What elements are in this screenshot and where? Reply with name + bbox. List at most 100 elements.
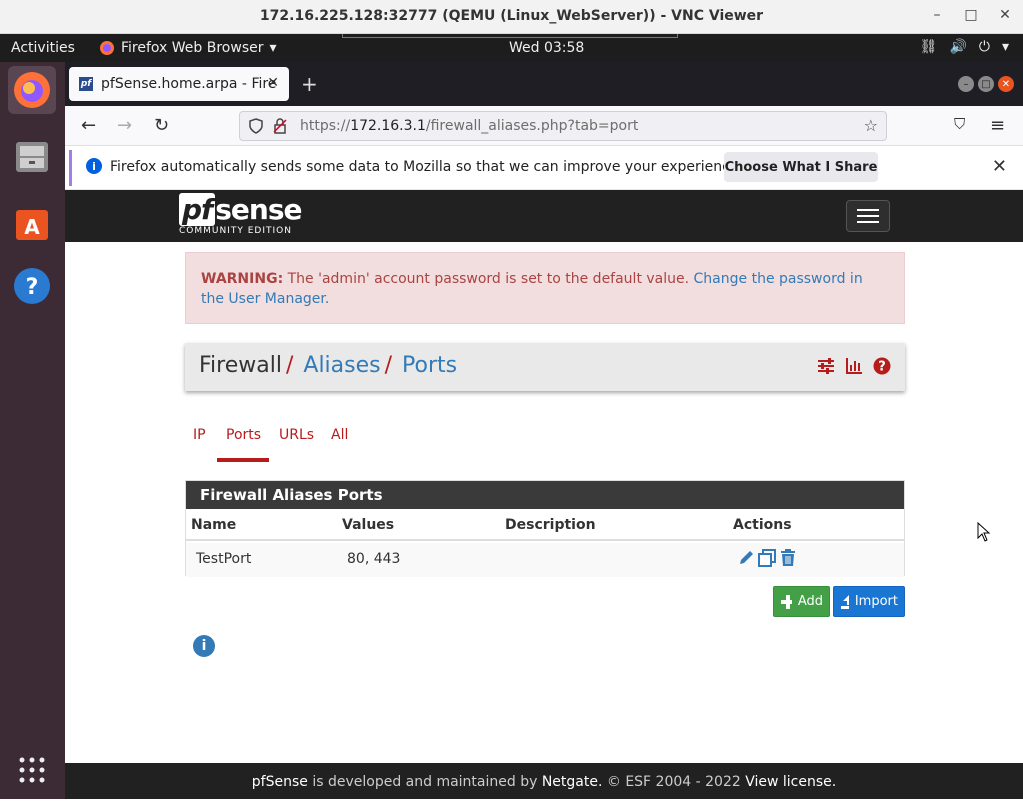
choose-what-i-share-button[interactable]: Choose What I Share [724,152,878,182]
warning-label: WARNING: [201,271,284,287]
tab-urls[interactable]: URLs [279,427,314,443]
tab-ip[interactable]: IP [193,427,206,443]
pfsense-logo[interactable]: pf sense COMMUNITY EDITION [179,193,302,236]
chevron-down-icon: ▾ [269,40,277,56]
system-tray[interactable]: ⛓ 🔊 ⏻ ▾ [920,39,1009,55]
telemetry-notification: i Firefox automatically sends some data … [65,146,1023,190]
dock-help[interactable]: ? [8,262,56,310]
breadcrumb: Firewall / Aliases / Ports ? [185,343,905,391]
logo-edition: COMMUNITY EDITION [179,226,292,236]
back-button[interactable]: ← [81,115,96,136]
tab-title: pfSense.home.arpa - Fire [101,76,277,92]
vnc-toolbar-notch[interactable] [342,34,678,38]
footer-copyright: © ESF 2004 - 2022 [602,774,746,790]
column-header-values[interactable]: Values [342,517,394,533]
column-header-actions: Actions [733,517,792,533]
nav-toolbar: ← → ↻ https:// 172.16.3.1 /firewall_alia… [65,106,1023,146]
table-row[interactable]: TestPort 80, 443 [186,543,904,577]
footer-text: is developed and maintained by [307,774,542,790]
file-cabinet-icon [16,142,48,172]
tab-all[interactable]: All [331,427,348,443]
vnc-title-bar: 172.16.225.128:32777 (QEMU (Linux_WebSer… [0,0,1023,34]
edit-pencil-icon[interactable] [737,549,755,567]
firefox-icon [14,72,50,108]
close-button[interactable]: ✕ [995,7,1015,23]
add-label: Add [797,594,823,609]
panel-title: Firewall Aliases Ports [186,481,904,509]
help-icon: ? [14,268,50,304]
app-menu[interactable]: Firefox Web Browser ▾ [99,40,277,56]
mouse-cursor-icon [977,522,991,542]
info-icon: i [86,158,102,174]
power-icon: ⏻ [978,39,990,55]
logo-sense: sense [215,193,302,226]
url-protocol: https:// [300,118,351,134]
dock-software[interactable]: A [8,198,56,246]
footer-netgate-link[interactable]: Netgate. [542,774,603,790]
copy-icon[interactable] [758,549,776,567]
browser-tab[interactable]: pf pfSense.home.arpa - Fire ✕ [69,67,289,101]
svg-text:?: ? [878,360,886,375]
alias-name: TestPort [196,551,252,567]
footer-pfsense-link[interactable]: pfSense [252,774,308,790]
bar-chart-icon[interactable] [845,357,863,375]
software-center-icon: A [16,210,48,240]
clock[interactable]: Wed 03:58 [509,40,584,56]
alias-values: 80, 443 [347,551,401,567]
hamburger-menu-button[interactable] [846,200,890,232]
footer-license-link[interactable]: View license. [745,774,836,790]
breadcrumb-aliases-link[interactable]: Aliases [303,353,380,378]
help-circle-icon[interactable]: ? [873,357,891,375]
show-apps-button[interactable] [8,746,56,794]
import-label: Import [854,594,898,609]
dock-files[interactable] [8,132,56,180]
default-password-warning: WARNING: The 'admin' account password is… [185,252,905,324]
window-minimize-button[interactable]: – [958,76,974,92]
aliases-panel: Firewall Aliases Ports Name Values Descr… [185,480,905,577]
close-tab-icon[interactable]: ✕ [267,75,279,91]
app-grid-icon [19,757,45,783]
breadcrumb-separator: / [285,353,294,378]
import-alias-button[interactable]: Import [833,586,905,617]
menu-icon[interactable]: ≡ [990,115,1005,136]
sliders-icon[interactable] [817,357,835,375]
url-bar[interactable]: https:// 172.16.3.1 /firewall_aliases.ph… [239,111,887,141]
alias-type-tabs: IP Ports URLs All [185,424,485,462]
pocket-icon[interactable]: ⛉ [954,115,965,133]
shield-icon[interactable] [248,118,264,134]
minimize-button[interactable]: – [927,7,947,23]
column-header-name[interactable]: Name [191,517,236,533]
svg-text:A: A [24,215,40,239]
new-tab-button[interactable]: + [301,72,318,96]
column-header-description[interactable]: Description [505,517,596,533]
firefox-icon [100,41,114,55]
warning-text: The 'admin' account password is set to t… [283,271,694,287]
breadcrumb-separator: / [384,353,393,378]
lock-warning-icon[interactable] [272,118,288,134]
window-close-button[interactable]: ✕ [998,76,1014,92]
activities-button[interactable]: Activities [11,40,75,56]
url-path: /firewall_aliases.php?tab=port [425,118,639,134]
notice-accent-bar [69,150,72,186]
dock: A ? [0,62,65,799]
vnc-window-title: 172.16.225.128:32777 (QEMU (Linux_WebSer… [259,8,764,24]
breadcrumb-firewall: Firewall [199,353,282,378]
gnome-top-bar: Activities Firefox Web Browser ▾ Wed 03:… [0,34,1023,62]
tab-ports[interactable]: Ports [226,427,261,443]
upload-icon [841,594,849,609]
svg-text:?: ? [26,275,39,300]
table-header: Name Values Description Actions [186,509,904,541]
close-notice-icon[interactable]: ✕ [992,156,1007,177]
breadcrumb-ports-link[interactable]: Ports [402,353,457,378]
forward-button[interactable]: → [117,115,132,136]
bookmark-star-icon[interactable]: ☆ [864,116,878,135]
add-alias-button[interactable]: Add [773,586,830,617]
maximize-button[interactable]: □ [961,7,981,23]
reload-button[interactable]: ↻ [154,115,169,136]
dock-firefox[interactable] [8,66,56,114]
trash-icon[interactable] [779,549,797,567]
info-icon[interactable]: i [193,635,215,657]
window-maximize-button[interactable]: □ [978,76,994,92]
plus-icon [781,594,792,609]
notice-text: Firefox automatically sends some data to… [110,159,743,175]
